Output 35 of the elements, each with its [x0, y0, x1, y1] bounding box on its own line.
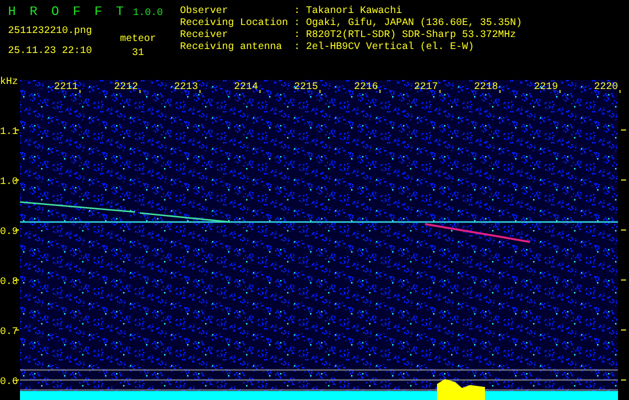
x-axis-label: 2217	[414, 82, 438, 93]
info-label: Receiving antenna	[180, 42, 284, 54]
info-separator: :	[294, 6, 302, 18]
x-axis-label: 2214	[234, 82, 258, 93]
info-separator: :	[294, 42, 302, 54]
y-axis-label: 0.6	[0, 377, 18, 388]
x-axis-label: 2215	[294, 82, 318, 93]
file-name: 2511232210.png	[8, 26, 94, 38]
y-axis-label: 0.9	[0, 227, 18, 238]
info-label: Receiver	[180, 30, 230, 42]
signal-peak	[437, 379, 485, 400]
meteor-label: meteor	[120, 34, 156, 46]
x-axis-label: 2216	[354, 82, 378, 93]
info-separator: :	[294, 18, 302, 30]
axis-unit: kHz	[0, 77, 18, 88]
y-axis-label: 0.8	[0, 277, 18, 288]
info-value: 2el-HB9CV Vertical (el. E-W)	[306, 42, 474, 54]
info-value: Takanori Kawachi	[306, 6, 402, 18]
x-axis-label: 2220	[594, 82, 618, 93]
app-title: H R O F F T	[8, 4, 127, 20]
info-separator: :	[294, 30, 302, 42]
x-axis-label: 2218	[474, 82, 498, 93]
x-axis-label: 2211	[54, 82, 78, 93]
y-axis-label: 0.7	[0, 327, 18, 338]
date-time: 25.11.23 22:10	[8, 46, 94, 58]
version-label: 1.0.0	[132, 8, 163, 20]
meteor-count: 31	[132, 48, 144, 60]
info-value: Ogaki, Gifu, JAPAN (136.60E, 35.35N)	[306, 18, 522, 30]
x-axis-label: 2212	[114, 82, 138, 93]
info-label: Observer	[180, 6, 230, 18]
x-axis-label: 2213	[174, 82, 198, 93]
info-value: R820T2(RTL-SDR) SDR-Sharp 53.372MHz	[306, 30, 516, 42]
y-axis-label: 1.1	[0, 127, 18, 138]
info-label: Receiving Location	[180, 18, 290, 30]
y-axis-label: 1.0	[0, 177, 18, 188]
